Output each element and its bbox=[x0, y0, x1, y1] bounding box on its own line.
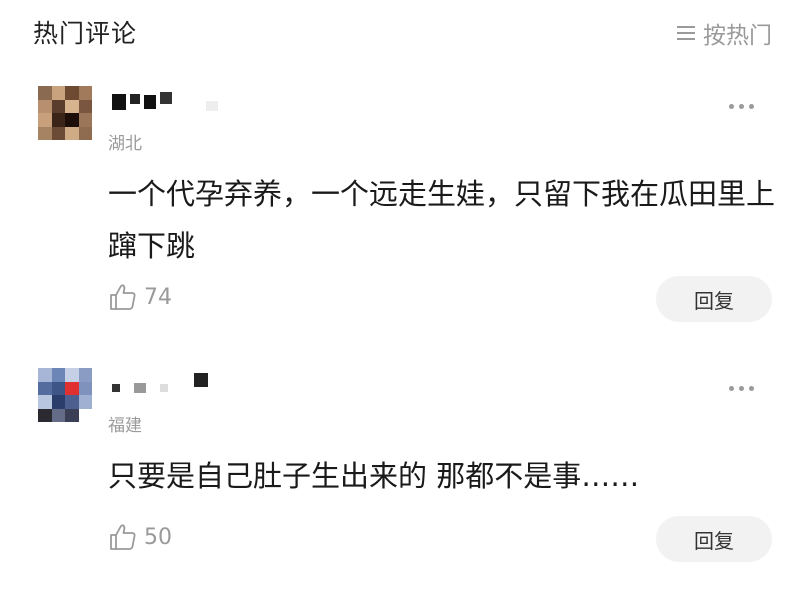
avatar-pixel bbox=[65, 126, 79, 140]
comment-text: 一个代孕弃养，一个远走生娃，只留下我在瓜田里上蹿下跳 bbox=[108, 177, 776, 263]
reply-button[interactable]: 回复 bbox=[656, 516, 772, 562]
avatar-pixel bbox=[78, 395, 92, 409]
user-location: 福建 bbox=[108, 416, 142, 436]
comment-item: 湖北 一个代孕弃养，一个远走生娃，只留下我在瓜田里上蹿下跳 74 回复 bbox=[0, 86, 792, 336]
avatar-pixel bbox=[51, 86, 65, 100]
menu-lines-icon bbox=[677, 24, 695, 42]
avatar-pixel bbox=[78, 381, 92, 395]
avatar-pixel bbox=[65, 368, 79, 382]
avatar-pixel bbox=[38, 395, 52, 409]
avatar-pixel bbox=[38, 86, 52, 100]
user-location: 湖北 bbox=[108, 134, 142, 154]
avatar[interactable] bbox=[38, 86, 92, 140]
avatar-pixel bbox=[38, 408, 52, 422]
avatar-pixel bbox=[51, 395, 65, 409]
avatar-pixel bbox=[38, 99, 52, 113]
avatar-pixel bbox=[65, 113, 79, 127]
avatar-pixel bbox=[78, 86, 92, 100]
section-title: 热门评论 bbox=[33, 19, 138, 48]
avatar-pixel bbox=[51, 368, 65, 382]
avatar-pixel bbox=[51, 113, 65, 127]
reply-button[interactable]: 回复 bbox=[656, 276, 772, 322]
avatar-pixel bbox=[38, 113, 52, 127]
avatar-pixel bbox=[65, 381, 79, 395]
comments-panel: 热门评论 按热门 湖北 一个代孕弃养，一个远走生娃，只留下我在瓜田里上蹿下跳 7… bbox=[0, 0, 792, 594]
avatar-pixel bbox=[51, 408, 65, 422]
avatar-pixel bbox=[78, 408, 92, 422]
more-options-icon[interactable] bbox=[725, 382, 758, 395]
more-options-icon[interactable] bbox=[725, 100, 758, 113]
comments-header: 热门评论 按热门 bbox=[0, 0, 792, 70]
avatar-pixel bbox=[65, 99, 79, 113]
avatar-pixel bbox=[78, 99, 92, 113]
sort-toggle[interactable]: 按热门 bbox=[677, 16, 772, 50]
avatar-pixel bbox=[51, 381, 65, 395]
avatar[interactable] bbox=[38, 368, 92, 422]
username-redacted[interactable] bbox=[112, 88, 232, 116]
avatar-pixel bbox=[51, 126, 65, 140]
avatar-pixel bbox=[38, 368, 52, 382]
sort-label: 按热门 bbox=[703, 23, 772, 49]
avatar-pixel bbox=[65, 408, 79, 422]
avatar-pixel bbox=[78, 368, 92, 382]
avatar-pixel bbox=[38, 381, 52, 395]
username-redacted[interactable] bbox=[112, 370, 232, 398]
like-count: 74 bbox=[144, 284, 172, 310]
avatar-pixel bbox=[51, 99, 65, 113]
like-count: 50 bbox=[144, 524, 172, 550]
avatar-pixel bbox=[65, 86, 79, 100]
comment-item: 福建 只要是自己肚子生出来的 那都不是事…… 50 回复 bbox=[0, 368, 792, 578]
thumbs-up-icon bbox=[110, 524, 136, 550]
thumbs-up-icon bbox=[110, 284, 136, 310]
avatar-pixel bbox=[78, 113, 92, 127]
avatar-pixel bbox=[78, 126, 92, 140]
avatar-pixel bbox=[38, 126, 52, 140]
comment-text: 只要是自己肚子生出来的 那都不是事…… bbox=[108, 459, 640, 493]
like-button[interactable]: 74 bbox=[108, 282, 172, 312]
avatar-pixel bbox=[65, 395, 79, 409]
like-button[interactable]: 50 bbox=[108, 522, 172, 552]
